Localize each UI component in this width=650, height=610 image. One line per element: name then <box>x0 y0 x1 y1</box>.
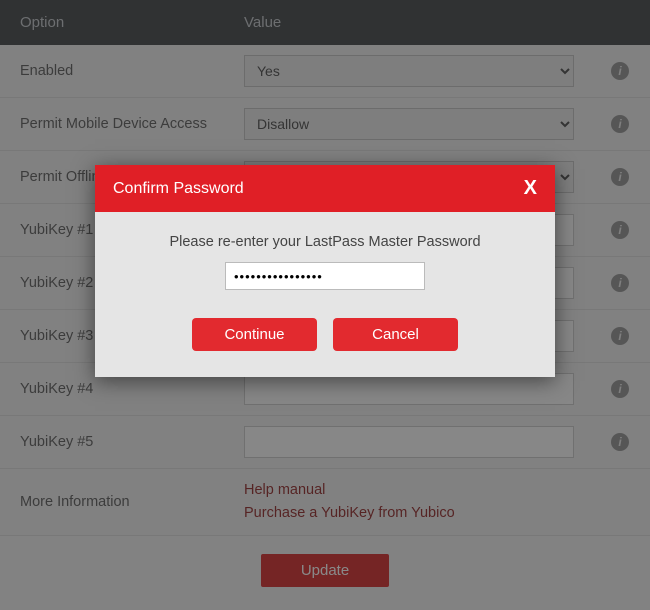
continue-button[interactable]: Continue <box>192 318 317 351</box>
modal-body: Please re-enter your LastPass Master Pas… <box>95 212 555 377</box>
master-password-input[interactable] <box>225 262 425 290</box>
close-icon[interactable]: X <box>524 177 537 200</box>
modal-overlay: Confirm Password X Please re-enter your … <box>0 0 650 610</box>
modal-header: Confirm Password X <box>95 165 555 212</box>
modal-title: Confirm Password <box>113 180 244 198</box>
cancel-button[interactable]: Cancel <box>333 318 458 351</box>
modal-prompt: Please re-enter your LastPass Master Pas… <box>115 234 535 250</box>
confirm-password-modal: Confirm Password X Please re-enter your … <box>95 165 555 377</box>
